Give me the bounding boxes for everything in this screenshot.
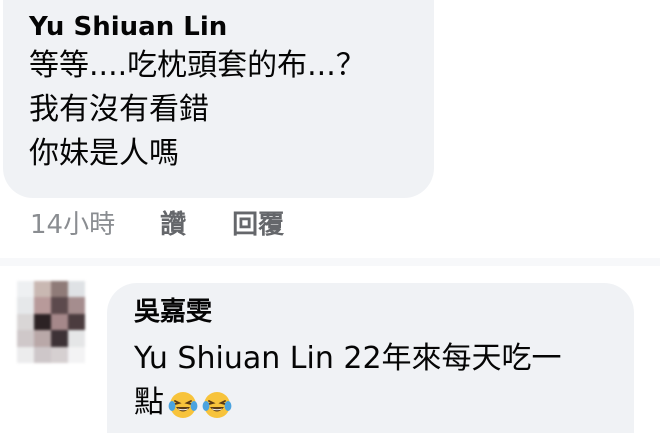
reply-text-end: 點 [134,385,164,420]
reply-text: 22年來每天吃一 [333,341,562,376]
reply-line-1: Yu Shiuan Lin 22年來每天吃一 [134,337,607,381]
comment-line-2: 我有沒有看錯 [29,92,209,127]
reply-bubble: 吳嘉雯 Yu Shiuan Lin 22年來每天吃一 點 [107,283,634,433]
comment-line-1: 等等....吃枕頭套的布...？ [29,48,366,83]
reply-button[interactable]: 回覆 [232,204,284,241]
reply-author[interactable]: 吳嘉雯 [134,295,607,329]
laughing-tears-icon [168,389,198,419]
emoji-row [168,389,236,419]
comment-line-3: 你妹是人嗎 [29,136,179,171]
comment-bubble: Yu Shiuan Lin 等等....吃枕頭套的布...？ 我有沒有看錯 你妹… [3,0,434,198]
reply-line-2: 點 [134,381,607,425]
like-button[interactable]: 讚 [160,204,186,241]
laughing-tears-icon [202,389,232,419]
avatar[interactable] [17,281,85,363]
comment-author[interactable]: Yu Shiuan Lin [29,10,408,44]
comments-panel: Yu Shiuan Lin 等等....吃枕頭套的布...？ 我有沒有看錯 你妹… [0,0,660,433]
comment-actions: 14小時 讚 回覆 [30,202,330,242]
comment-timestamp[interactable]: 14小時 [30,204,115,241]
mention-link[interactable]: Yu Shiuan Lin [134,341,334,376]
divider [0,258,660,266]
